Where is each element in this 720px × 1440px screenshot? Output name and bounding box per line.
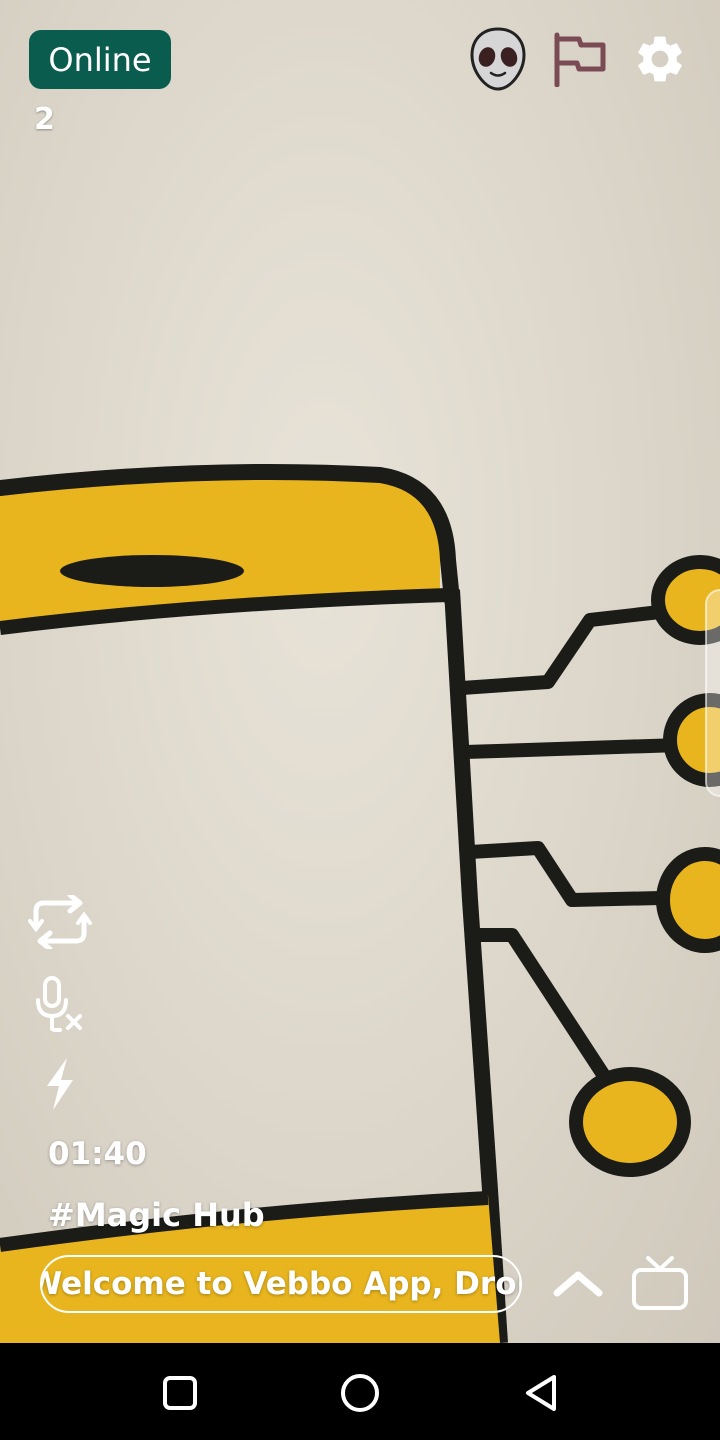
back-triangle-icon[interactable] (510, 1363, 570, 1423)
alien-avatar-icon[interactable] (467, 27, 529, 91)
recents-square-icon[interactable] (150, 1363, 210, 1423)
online-status-badge[interactable]: Online (29, 30, 171, 89)
room-tag: #Magic Hub (48, 1196, 265, 1234)
switch-camera-icon[interactable] (28, 890, 92, 954)
online-user-count: 2 (34, 102, 55, 137)
gear-icon[interactable] (629, 28, 691, 90)
flag-icon[interactable] (548, 28, 610, 90)
marquee-text: Welcome to Vebbo App, Drop (40, 1266, 522, 1302)
stream-timer: 01:40 (48, 1136, 147, 1172)
mic-muted-icon[interactable] (28, 972, 92, 1036)
app-screen: Online 2 01:40 #Magic Hub Welcome to Veb… (0, 0, 720, 1440)
tv-icon[interactable] (628, 1252, 692, 1316)
home-circle-icon[interactable] (330, 1363, 390, 1423)
flash-icon[interactable] (28, 1052, 92, 1116)
welcome-marquee[interactable]: Welcome to Vebbo App, Drop (40, 1255, 522, 1313)
online-label: Online (48, 40, 152, 79)
system-navigation-bar (0, 1343, 720, 1440)
chevron-up-icon[interactable] (546, 1252, 610, 1316)
